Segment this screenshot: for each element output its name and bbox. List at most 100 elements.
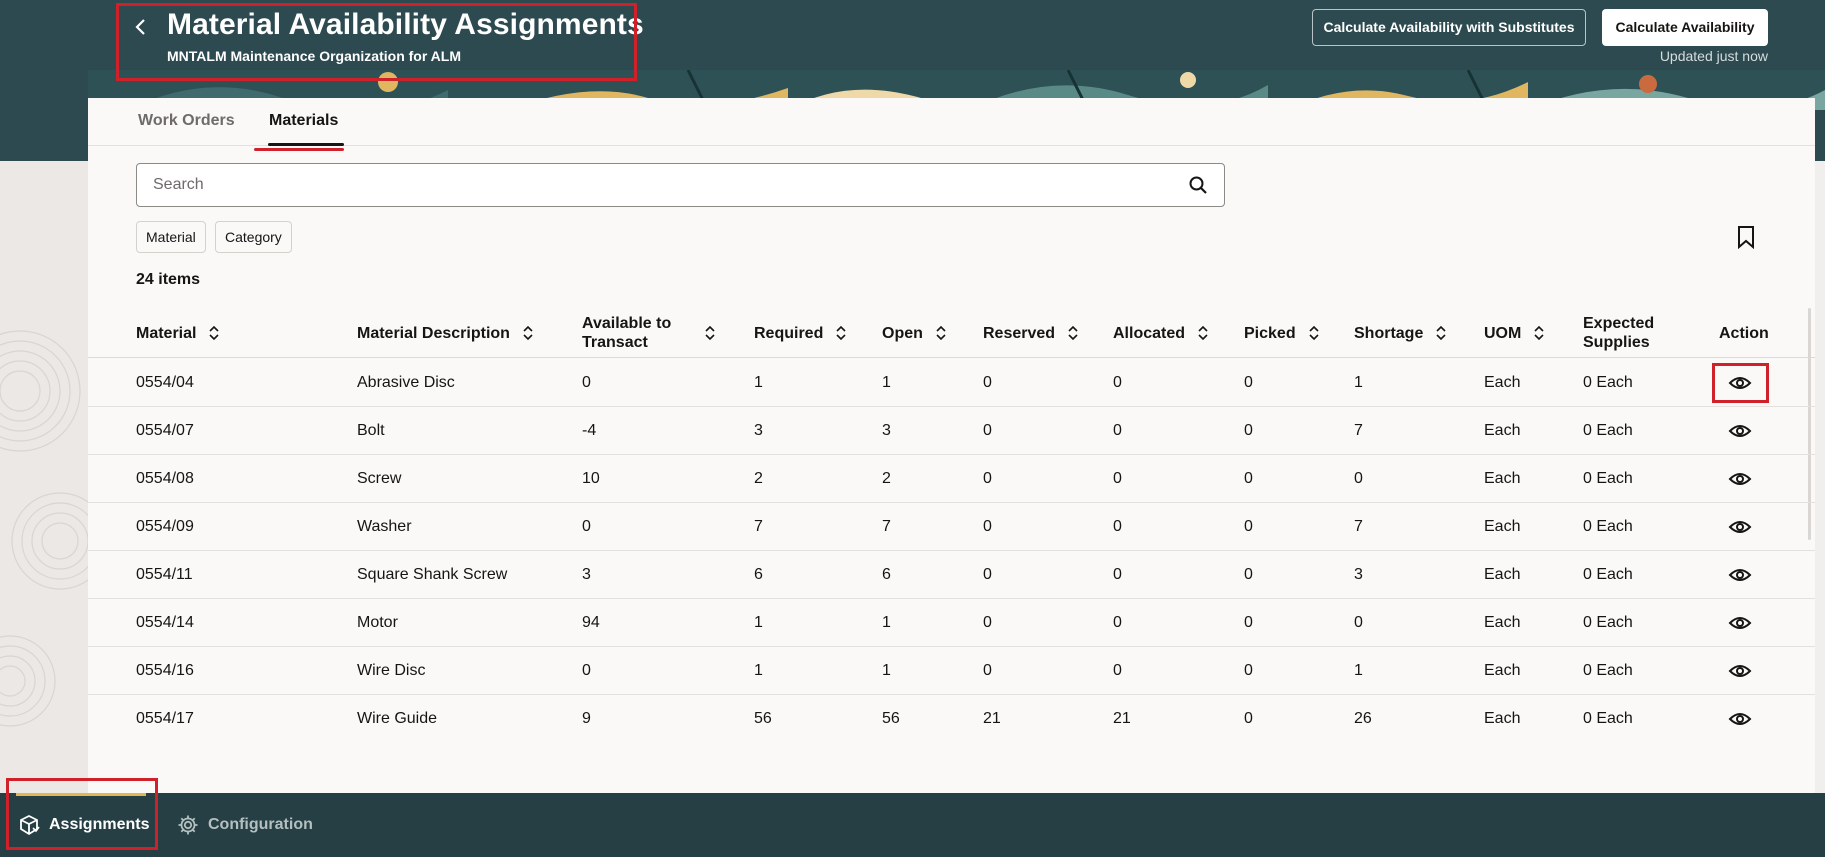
calculate-availability-with-substitutes-button[interactable]: Calculate Availability with Substitutes [1312,9,1586,46]
nav-assignments[interactable]: Assignments [18,793,149,857]
bottom-nav: Assignments Configuration [0,793,1825,857]
cell-available: 10 [582,470,600,487]
eye-icon[interactable] [1728,659,1752,683]
cell-required: 2 [754,470,763,487]
cell-uom: Each [1484,374,1521,391]
cell-open: 1 [882,614,891,631]
tab-work-orders[interactable]: Work Orders [138,112,235,130]
cell-allocated: 0 [1113,518,1122,535]
cell-description: Square Shank Screw [357,566,508,583]
chevron-left-icon [135,19,145,35]
search-input[interactable] [153,164,1153,206]
cell-open: 7 [882,518,891,535]
cell-open: 56 [882,710,900,727]
eye-icon[interactable] [1728,467,1752,491]
table-row[interactable]: 0554/11 Square Shank Screw 3 6 6 0 0 0 3… [88,551,1815,599]
sort-icon [523,325,533,341]
cell-picked: 0 [1244,422,1253,439]
calculate-availability-button[interactable]: Calculate Availability [1602,9,1768,46]
cell-available: 94 [582,614,600,631]
assignments-icon [20,814,40,836]
table-row[interactable]: 0554/14 Motor 94 1 1 0 0 0 0 Each 0 Each [88,599,1815,647]
cell-uom: Each [1484,710,1521,727]
column-header-label: Action [1719,324,1769,342]
tab-materials[interactable]: Materials [269,112,338,130]
cell-material: 0554/08 [136,470,194,487]
cell-reserved: 0 [983,662,992,679]
back-button[interactable] [128,12,154,40]
cell-shortage: 7 [1354,422,1363,439]
cell-expected-supplies: 0 Each [1583,470,1633,487]
cell-uom: Each [1484,422,1521,439]
cell-required: 1 [754,614,763,631]
search-icon[interactable] [1188,175,1208,195]
gear-icon [178,815,198,835]
cell-description: Screw [357,470,402,487]
eye-icon[interactable] [1728,419,1752,443]
column-header-material-description[interactable]: Material Description [357,308,547,358]
sort-icon [1068,325,1078,341]
column-header-shortage[interactable]: Shortage [1354,308,1454,358]
table-row[interactable]: 0554/07 Bolt -4 3 3 0 0 0 7 Each 0 Each [88,407,1815,455]
column-header-material[interactable]: Material [136,308,226,358]
cell-picked: 0 [1244,374,1253,391]
column-header-reserved[interactable]: Reserved [983,308,1083,358]
eye-icon[interactable] [1728,371,1752,395]
cell-open: 1 [882,374,891,391]
column-header-required[interactable]: Required [754,308,854,358]
cell-material: 0554/09 [136,518,194,535]
eye-icon[interactable] [1728,515,1752,539]
table-row[interactable]: 0554/04 Abrasive Disc 0 1 1 0 0 0 1 Each… [88,359,1815,407]
cell-expected-supplies: 0 Each [1583,422,1633,439]
cell-uom: Each [1484,518,1521,535]
table-row[interactable]: 0554/08 Screw 10 2 2 0 0 0 0 Each 0 Each [88,455,1815,503]
nav-configuration[interactable]: Configuration [177,793,313,857]
cell-available: 0 [582,518,591,535]
table-header: Material Material Description Available … [88,308,1815,358]
cell-shortage: 1 [1354,374,1363,391]
column-header-label: UOM [1484,324,1522,342]
cell-picked: 0 [1244,614,1253,631]
cell-reserved: 21 [983,710,1001,727]
column-header-available-to-transact[interactable]: Available to Transact [582,308,716,358]
cell-reserved: 0 [983,566,992,583]
column-header-allocated[interactable]: Allocated [1113,308,1213,358]
cell-reserved: 0 [983,470,992,487]
page-title: Material Availability Assignments [167,8,644,41]
column-header-label: Material [136,324,197,342]
cell-available: 9 [582,710,591,727]
cell-available: 0 [582,374,591,391]
column-header-label: Expected Supplies [1583,315,1655,351]
table-row[interactable]: 0554/17 Wire Guide 9 56 56 21 21 0 26 Ea… [88,695,1815,743]
cell-shortage: 7 [1354,518,1363,535]
table-row[interactable]: 0554/09 Washer 0 7 7 0 0 0 7 Each 0 Each [88,503,1815,551]
eye-icon[interactable] [1728,707,1752,731]
column-header-action: Action [1719,308,1779,358]
filter-chip-material[interactable]: Material [136,221,206,253]
cell-required: 7 [754,518,763,535]
cell-required: 1 [754,374,763,391]
table-row[interactable]: 0554/16 Wire Disc 0 1 1 0 0 0 1 Each 0 E… [88,647,1815,695]
eye-icon[interactable] [1728,611,1752,635]
bookmark-icon[interactable] [1735,225,1757,249]
filter-chip-category[interactable]: Category [215,221,292,253]
cell-material: 0554/14 [136,614,194,631]
column-header-uom[interactable]: UOM [1484,308,1564,358]
column-header-label: Reserved [983,324,1056,342]
cell-shortage: 3 [1354,566,1363,583]
eye-icon[interactable] [1728,563,1752,587]
cell-open: 3 [882,422,891,439]
cell-required: 56 [754,710,772,727]
cell-material: 0554/17 [136,710,194,727]
cell-description: Wire Guide [357,710,438,727]
column-header-picked[interactable]: Picked [1244,308,1334,358]
cell-open: 2 [882,470,891,487]
cell-allocated: 21 [1113,710,1131,727]
sort-icon [1436,325,1446,341]
cell-required: 1 [754,662,763,679]
background-decoration [0,161,88,793]
column-header-open[interactable]: Open [882,308,952,358]
cell-available: 3 [582,566,591,583]
cell-description: Washer [357,518,412,535]
highlight-underline [254,148,344,151]
